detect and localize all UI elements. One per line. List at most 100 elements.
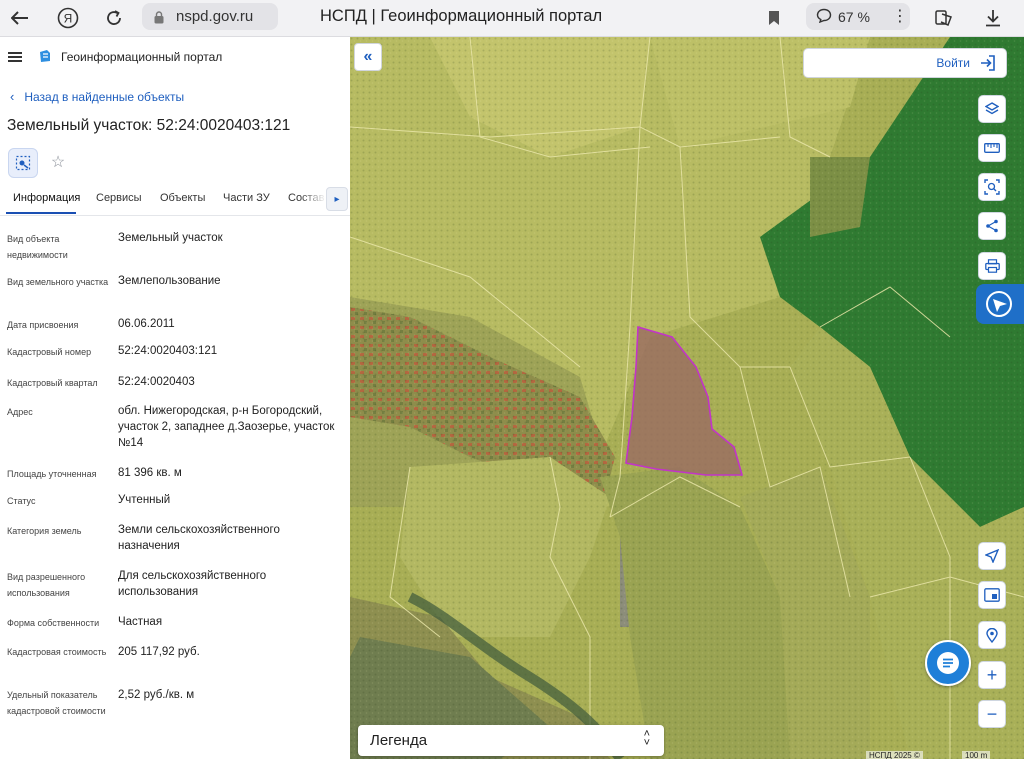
info-label: Форма собственности <box>7 618 100 628</box>
portal-logo-icon <box>38 49 52 63</box>
info-value: Для сельскохозяйственного использования <box>118 570 267 598</box>
zoom-out-button[interactable]: − <box>978 700 1006 728</box>
tabs-fade <box>300 185 326 213</box>
info-value: 06.06.2011 <box>118 318 175 330</box>
tab-information[interactable]: Информация <box>13 192 80 204</box>
geolocation-button[interactable] <box>978 542 1006 570</box>
star-icon: ☆ <box>50 154 66 171</box>
url-text: nspd.gov.ru <box>176 8 254 25</box>
info-label: Вид земельного участка <box>7 277 109 287</box>
minus-icon: − <box>986 703 998 724</box>
info-label: Площадь уточненная <box>7 469 97 479</box>
share-icon <box>986 219 998 233</box>
parcel-title: Земельный участок: 52:24:0020403:121 <box>7 117 291 134</box>
chat-icon <box>937 652 959 674</box>
info-value: Земли сельскохозяйственного назначения <box>118 524 280 552</box>
legend-dropdown[interactable]: Легенда ˄ ˅ <box>358 725 664 756</box>
info-label: Дата присвоения <box>7 320 79 330</box>
browser-toolbar: Я nspd.gov.ru НСПД | Геоинформационный п… <box>0 0 1024 37</box>
bookmark-icon[interactable] <box>760 4 788 32</box>
back-to-results-link[interactable]: ‹ Назад в найденные объекты <box>10 89 184 104</box>
print-button[interactable] <box>978 252 1006 280</box>
login-label: Войти <box>936 56 970 70</box>
info-label: Вид разрешенного использования <box>7 572 86 598</box>
tab-services[interactable]: Сервисы <box>96 192 142 204</box>
cursor-mode-icon <box>986 291 1012 317</box>
info-value: Земельный участок <box>118 232 223 244</box>
info-value: Землепользование <box>118 275 221 287</box>
info-value: 52:24:0020403 <box>118 376 195 388</box>
tab-bar: Информация Сервисы Объекты Части ЗУ Сост… <box>0 185 350 216</box>
zoom-indicator[interactable]: 67 % ⋮ <box>806 3 910 30</box>
find-on-map-button[interactable] <box>978 621 1006 649</box>
mini-map-button[interactable] <box>978 581 1006 609</box>
print-icon <box>984 259 1000 273</box>
chat-button[interactable] <box>925 640 971 686</box>
download-icon[interactable] <box>979 4 1007 32</box>
select-area-icon <box>984 179 1000 195</box>
collapse-panel-button[interactable]: « <box>354 43 382 71</box>
info-value: Частная <box>118 616 163 628</box>
info-label: Кадастровый квартал <box>7 378 98 388</box>
favorite-button[interactable]: ☆ <box>44 148 72 176</box>
extensions-icon[interactable] <box>930 4 958 32</box>
map-scale: 100 m <box>962 751 991 759</box>
active-tab-indicator <box>6 212 76 214</box>
address-bar[interactable]: nspd.gov.ru <box>142 3 278 30</box>
info-value: 81 396 кв. м <box>118 467 182 479</box>
zoom-level: 67 % <box>838 8 870 25</box>
share-button[interactable] <box>978 212 1006 240</box>
info-value: 2,52 руб./кв. м <box>118 689 195 701</box>
info-label: Кадастровый номер <box>7 347 92 357</box>
satellite-imagery[interactable] <box>350 37 1024 759</box>
back-arrow-icon[interactable] <box>6 4 34 32</box>
select-on-map-button[interactable] <box>8 148 38 178</box>
legend-label: Легенда <box>370 732 428 749</box>
info-label: Вид объекта недвижимости <box>7 234 68 260</box>
info-label: Статус <box>7 496 36 506</box>
tabs-scroll-right-button[interactable]: ▸ <box>326 187 348 211</box>
chevron-left-icon: ‹ <box>10 89 15 104</box>
info-label: Адрес <box>7 407 33 417</box>
info-value: 52:24:0020403:121 <box>118 345 218 357</box>
portal-name[interactable]: Геоинформационный портал <box>61 50 222 64</box>
object-info-panel: Геоинформационный портал ‹ Назад в найде… <box>0 37 350 759</box>
yandex-logo-icon[interactable]: Я <box>54 4 82 32</box>
browser-page-title: НСПД | Геоинформационный портал <box>320 7 603 25</box>
svg-text:Я: Я <box>64 12 73 26</box>
double-chevron-left-icon: « <box>363 48 373 65</box>
ruler-icon <box>984 143 1000 153</box>
chevron-right-icon: ▸ <box>334 193 340 205</box>
info-label: Категория земель <box>7 526 82 536</box>
tab-objects[interactable]: Объекты <box>160 192 205 204</box>
tab-parts[interactable]: Части ЗУ <box>223 192 270 204</box>
layers-icon <box>985 102 999 115</box>
login-button[interactable]: Войти <box>803 48 1007 78</box>
login-icon <box>979 54 997 72</box>
geolocation-icon <box>985 549 999 563</box>
plus-icon: + <box>986 664 998 685</box>
back-link-label: Назад в найденные объекты <box>24 89 185 104</box>
select-object-icon <box>15 155 31 171</box>
info-value: 205 117,92 руб. <box>118 646 200 658</box>
select-area-button[interactable] <box>978 173 1006 201</box>
menu-icon[interactable] <box>8 52 22 62</box>
chat-bubble-icon <box>816 8 832 26</box>
info-label: Удельный показатель кадастровой стоимост… <box>7 690 106 716</box>
lock-icon <box>154 10 164 23</box>
mini-map-icon <box>984 588 1000 602</box>
measure-button[interactable] <box>978 134 1006 162</box>
zoom-in-button[interactable]: + <box>978 661 1006 689</box>
info-label: Кадастровая стоимость <box>7 647 107 657</box>
info-value: обл. Нижегородская, р-н Богородский, уча… <box>118 405 335 449</box>
find-on-map-icon <box>986 627 998 643</box>
updown-chevron-icon: ˄ ˅ <box>643 728 650 749</box>
map-view[interactable]: « Войти + − Легенда ˄ ˅ НСПД 2025 © 100 … <box>350 37 1024 759</box>
layers-button[interactable] <box>978 95 1006 123</box>
info-value: Учтенный <box>118 494 171 506</box>
more-vertical-icon[interactable]: ⋮ <box>892 8 908 24</box>
panel-header: Геоинформационный портал <box>0 37 350 77</box>
map-attribution: НСПД 2025 © <box>866 751 923 759</box>
reload-icon[interactable] <box>100 4 128 32</box>
select-mode-button[interactable] <box>976 284 1024 324</box>
